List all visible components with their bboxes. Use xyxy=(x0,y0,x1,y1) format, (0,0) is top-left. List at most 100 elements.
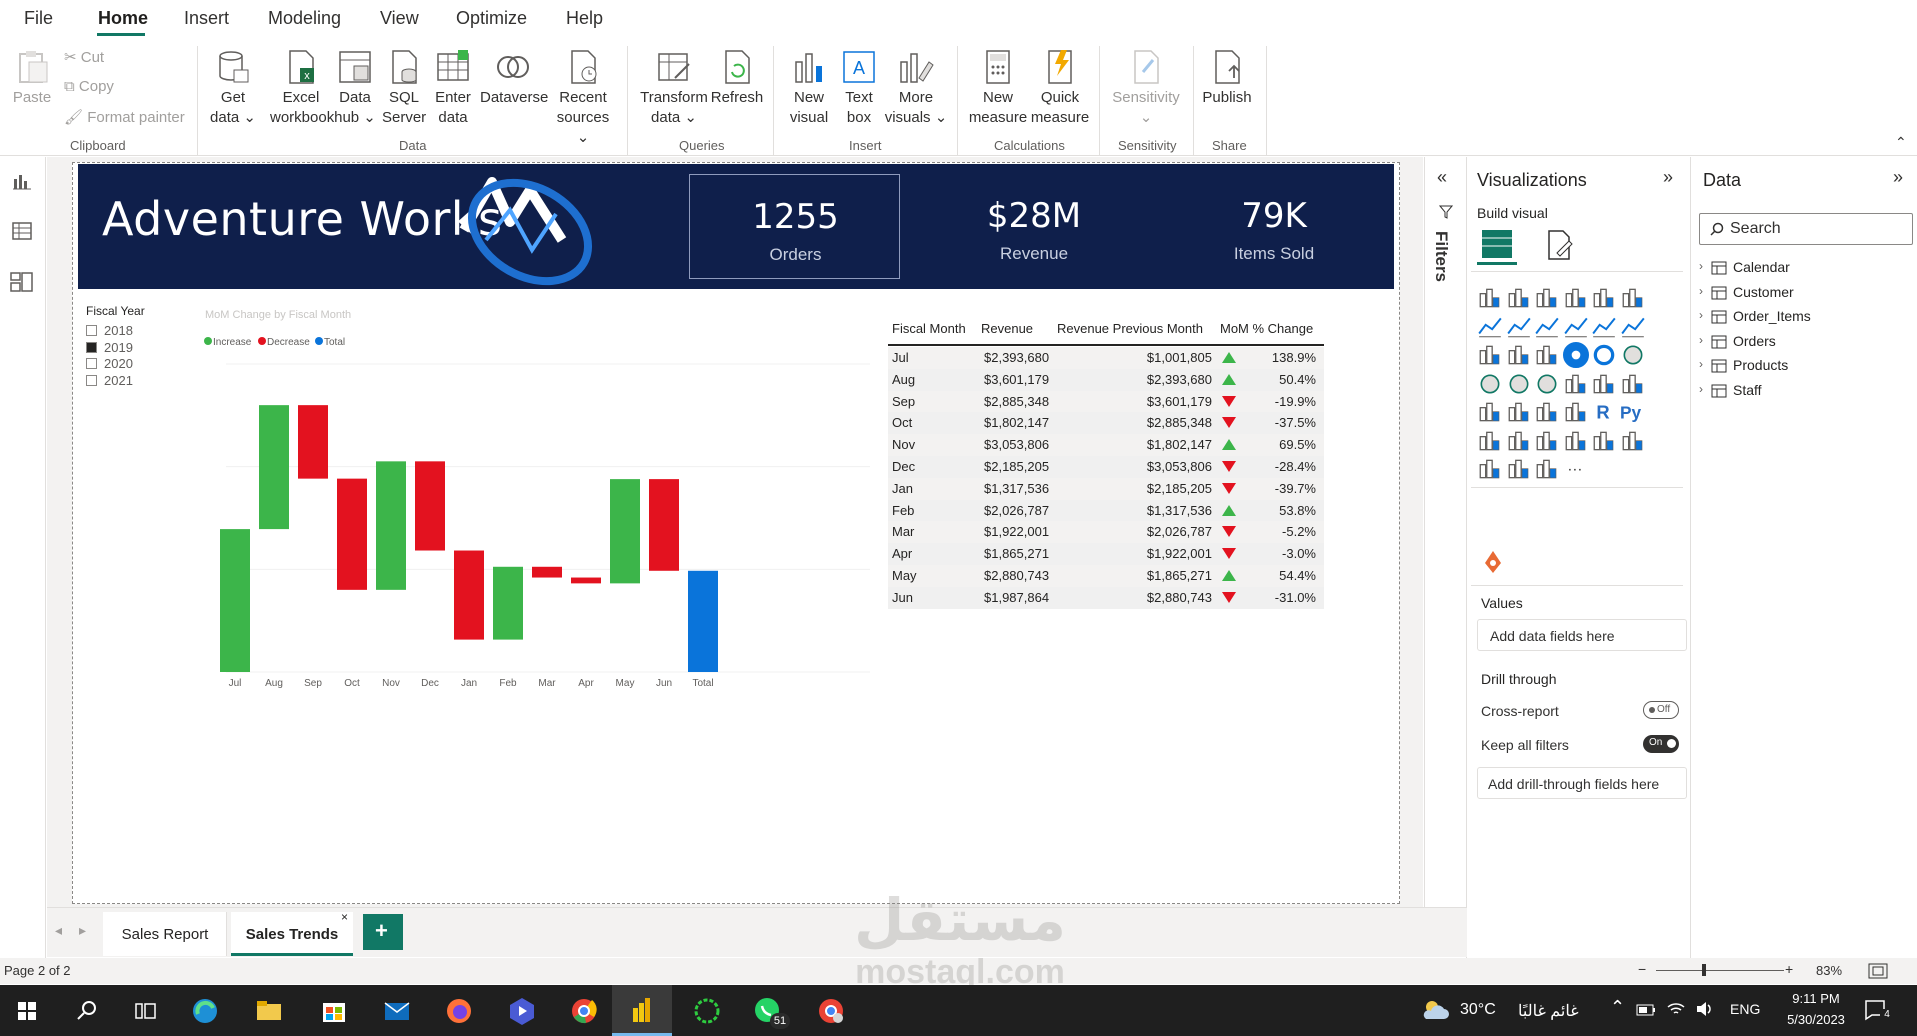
collapse-visualizations-icon[interactable]: » xyxy=(1663,167,1673,188)
quick-measure-button[interactable]: Quick measure xyxy=(1030,48,1090,128)
expand-chevron-icon[interactable]: › xyxy=(1699,333,1703,347)
data-table-item[interactable]: › Staff xyxy=(1697,380,1907,402)
sensitivity-button[interactable]: Sensitivity ⌄ xyxy=(1106,48,1186,128)
cut-button[interactable]: ✂ Cut xyxy=(64,48,104,66)
zoom-slider-thumb[interactable] xyxy=(1702,964,1706,976)
ribbon-chart-icon[interactable] xyxy=(1620,314,1646,340)
microsoft-store-icon[interactable] xyxy=(317,994,351,1028)
expand-chevron-icon[interactable]: › xyxy=(1699,382,1703,396)
table-row[interactable]: Mar $1,922,001 $2,026,787 -5.2% xyxy=(888,521,1324,544)
table-row[interactable]: Aug $3,601,179 $2,393,680 50.4% xyxy=(888,368,1324,391)
values-drop-zone[interactable]: Add data fields here xyxy=(1477,619,1687,651)
slicer-checkbox[interactable] xyxy=(86,325,97,336)
waterfall-bar[interactable] xyxy=(571,577,601,584)
clustered-bar-chart-icon[interactable] xyxy=(1534,285,1560,311)
items-sold-kpi-card[interactable]: 79K Items Sold xyxy=(1174,174,1374,279)
table-row[interactable]: Sep $2,885,348 $3,601,179 -19.9% xyxy=(888,390,1324,413)
scatter-chart-icon[interactable] xyxy=(1534,342,1560,368)
r-script-chart-icon[interactable]: R xyxy=(1591,399,1617,425)
table-row[interactable]: Apr $1,865,271 $1,922,001 -3.0% xyxy=(888,543,1324,566)
filters-pane-collapsed[interactable]: « Filters xyxy=(1424,157,1465,907)
smart-narrative-chart-icon[interactable] xyxy=(1534,456,1560,482)
revenue-kpi-card[interactable]: $28M Revenue xyxy=(934,174,1134,279)
power-bi-taskbar-item[interactable] xyxy=(612,985,672,1036)
model-view-icon[interactable] xyxy=(10,271,34,293)
100-stacked-column-chart-icon[interactable] xyxy=(1620,285,1646,311)
key-influencers-chart-icon[interactable] xyxy=(1477,428,1503,454)
card-chart-icon[interactable] xyxy=(1591,371,1617,397)
zoom-in-icon[interactable]: + xyxy=(1785,961,1793,977)
menu-optimize[interactable]: Optimize xyxy=(456,8,527,29)
table-row[interactable]: Jan $1,317,536 $2,185,205 -39.7% xyxy=(888,477,1324,500)
whatsapp-taskbar-item[interactable]: 51 xyxy=(750,993,790,1033)
slicer-item[interactable]: 2019 xyxy=(86,339,166,355)
report-view-icon[interactable] xyxy=(12,171,32,191)
table-chart-icon[interactable] xyxy=(1534,399,1560,425)
line-and-clustered-column-chart-icon[interactable] xyxy=(1591,314,1617,340)
zoom-slider-track[interactable] xyxy=(1656,970,1784,971)
expand-chevron-icon[interactable]: › xyxy=(1699,357,1703,371)
waterfall-bar[interactable] xyxy=(376,461,406,590)
data-table-item[interactable]: › Products xyxy=(1697,355,1907,377)
recent-sources-button[interactable]: Recent sources ⌄ xyxy=(552,48,614,148)
waterfall-bar[interactable] xyxy=(610,479,640,584)
stacked-bar-chart-icon[interactable] xyxy=(1477,285,1503,311)
waterfall-bar[interactable] xyxy=(220,529,250,672)
tab-scroll-left-icon[interactable]: ◂ xyxy=(55,922,62,939)
chrome-icon[interactable] xyxy=(567,994,601,1028)
new-visual-button[interactable]: New visual xyxy=(784,48,834,128)
data-search-input[interactable]: Search xyxy=(1699,213,1913,245)
table-row[interactable]: Oct $1,802,147 $2,885,348 -37.5% xyxy=(888,412,1324,435)
drill-through-drop-zone[interactable]: Add drill-through fields here xyxy=(1477,767,1687,799)
orders-kpi-card[interactable]: 1255 Orders xyxy=(689,174,900,279)
slicer-item[interactable]: 2020 xyxy=(86,355,166,371)
qa-chart-icon[interactable] xyxy=(1534,428,1560,454)
tab-scroll-right-icon[interactable]: ▸ xyxy=(79,922,86,939)
data-table-item[interactable]: › Customer xyxy=(1697,282,1907,304)
transform-data-button[interactable]: Transform data ⌄ xyxy=(636,48,712,128)
line-chart-icon[interactable] xyxy=(1477,314,1503,340)
chrome-profile-icon[interactable] xyxy=(814,994,848,1028)
mom-change-waterfall-chart[interactable]: MoM Change by Fiscal Month Increase Decrea… xyxy=(190,300,880,700)
funnel-chart-icon[interactable] xyxy=(1506,342,1532,368)
expand-chevron-icon[interactable]: › xyxy=(1699,259,1703,273)
line-and-column-chart-icon[interactable] xyxy=(1563,314,1589,340)
expand-chevron-icon[interactable]: › xyxy=(1699,284,1703,298)
goals-chart-icon[interactable] xyxy=(1591,428,1617,454)
add-page-button[interactable]: + xyxy=(363,914,403,950)
search-icon[interactable] xyxy=(70,994,104,1028)
weather-description[interactable]: غائم غالبًا xyxy=(1518,1001,1579,1021)
table-row[interactable]: Nov $3,053,806 $1,802,147 69.5% xyxy=(888,434,1324,457)
volume-icon[interactable] xyxy=(1694,999,1714,1019)
edge-browser-icon[interactable] xyxy=(188,994,222,1028)
table-view-icon[interactable] xyxy=(12,221,32,241)
expand-chevron-icon[interactable]: › xyxy=(1699,308,1703,322)
multi-row-card-chart-icon[interactable] xyxy=(1620,371,1646,397)
format-visual-icon[interactable] xyxy=(1543,229,1575,261)
copy-button[interactable]: ⧉ Copy xyxy=(64,78,114,95)
pie-chart-icon[interactable] xyxy=(1562,342,1589,368)
column-header-revenue[interactable]: Revenue xyxy=(981,321,1033,336)
refresh-button[interactable]: Refresh xyxy=(710,48,764,108)
wifi-icon[interactable] xyxy=(1666,999,1686,1019)
table-row[interactable]: Feb $2,026,787 $1,317,536 53.8% xyxy=(888,499,1324,522)
windows-start-icon[interactable] xyxy=(10,994,44,1028)
data-table-item[interactable]: › Calendar xyxy=(1697,257,1907,279)
firefox-icon[interactable] xyxy=(442,994,476,1028)
azure-map-chart-icon[interactable] xyxy=(1534,371,1560,397)
paginated-report-chart-icon[interactable] xyxy=(1620,428,1646,454)
task-view-icon[interactable] xyxy=(128,994,162,1028)
table-row[interactable]: May $2,880,743 $1,865,271 54.4% xyxy=(888,565,1324,587)
slicer-checkbox[interactable] xyxy=(86,374,97,386)
treemap-chart-icon[interactable] xyxy=(1620,342,1646,368)
slicer-checkbox[interactable] xyxy=(86,341,97,353)
map-chart-icon[interactable] xyxy=(1477,371,1503,397)
menu-file[interactable]: File xyxy=(24,8,53,29)
format-painter-button[interactable]: 🖌 Format painter xyxy=(64,108,185,126)
sql-server-button[interactable]: SQL Server xyxy=(382,48,426,128)
dataverse-button[interactable]: Dataverse xyxy=(480,48,548,108)
circular-app-icon[interactable] xyxy=(690,994,724,1028)
matrix-chart-icon[interactable] xyxy=(1563,399,1589,425)
input-language[interactable]: ENG xyxy=(1730,1001,1760,1017)
kpi-chart-icon[interactable] xyxy=(1477,399,1503,425)
